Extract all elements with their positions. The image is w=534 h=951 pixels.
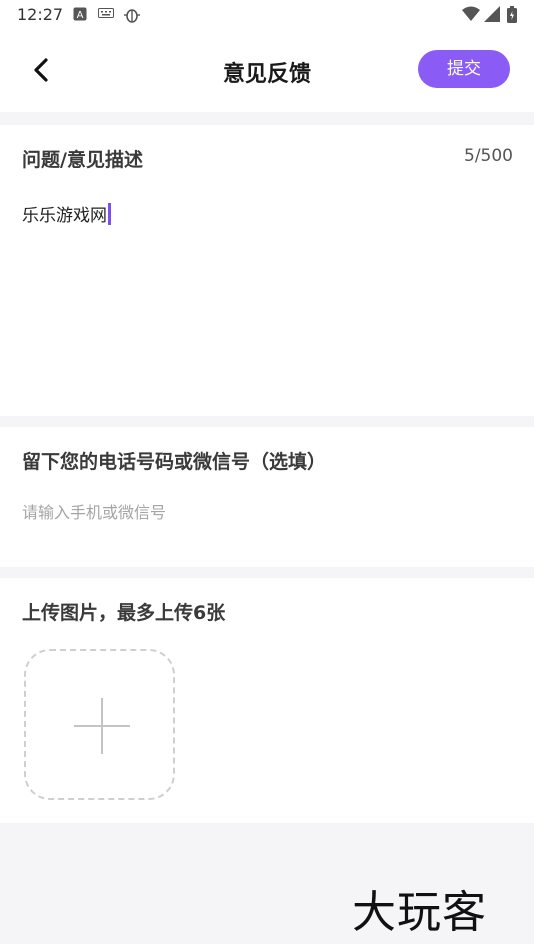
bottom-bar <box>0 944 534 951</box>
description-value: 乐乐游戏网 <box>22 206 107 226</box>
contact-card: 留下您的电话号码或微信号（选填） 请输入手机或微信号 <box>0 427 534 567</box>
app-header: 意见反馈 提交 <box>0 30 534 112</box>
feedback-screen: 12:27 A 意见反馈 提交 问题/意见描述 5/500 乐乐游戏网 留下您的… <box>0 0 534 951</box>
description-label: 问题/意见描述 <box>22 149 143 171</box>
svg-text:A: A <box>77 10 84 21</box>
contact-input[interactable]: 请输入手机或微信号 <box>22 499 166 523</box>
text-cursor <box>108 203 111 225</box>
status-time: 12:27 <box>17 5 64 24</box>
contact-label: 留下您的电话号码或微信号（选填） <box>22 451 327 473</box>
character-counter: 5/500 <box>464 146 513 166</box>
add-image-button[interactable] <box>24 649 175 800</box>
keyboard-icon <box>98 7 114 24</box>
upload-card: 上传图片，最多上传6张 <box>0 578 534 823</box>
a-icon: A <box>73 7 87 26</box>
description-textarea[interactable]: 乐乐游戏网 <box>22 201 111 226</box>
submit-button[interactable]: 提交 <box>418 50 510 88</box>
bug-icon <box>123 7 141 28</box>
upload-label: 上传图片，最多上传6张 <box>22 602 226 624</box>
description-card: 问题/意见描述 5/500 乐乐游戏网 <box>0 125 534 416</box>
status-bar: 12:27 A <box>0 0 534 30</box>
watermark-logo: 大玩客 <box>352 887 487 938</box>
